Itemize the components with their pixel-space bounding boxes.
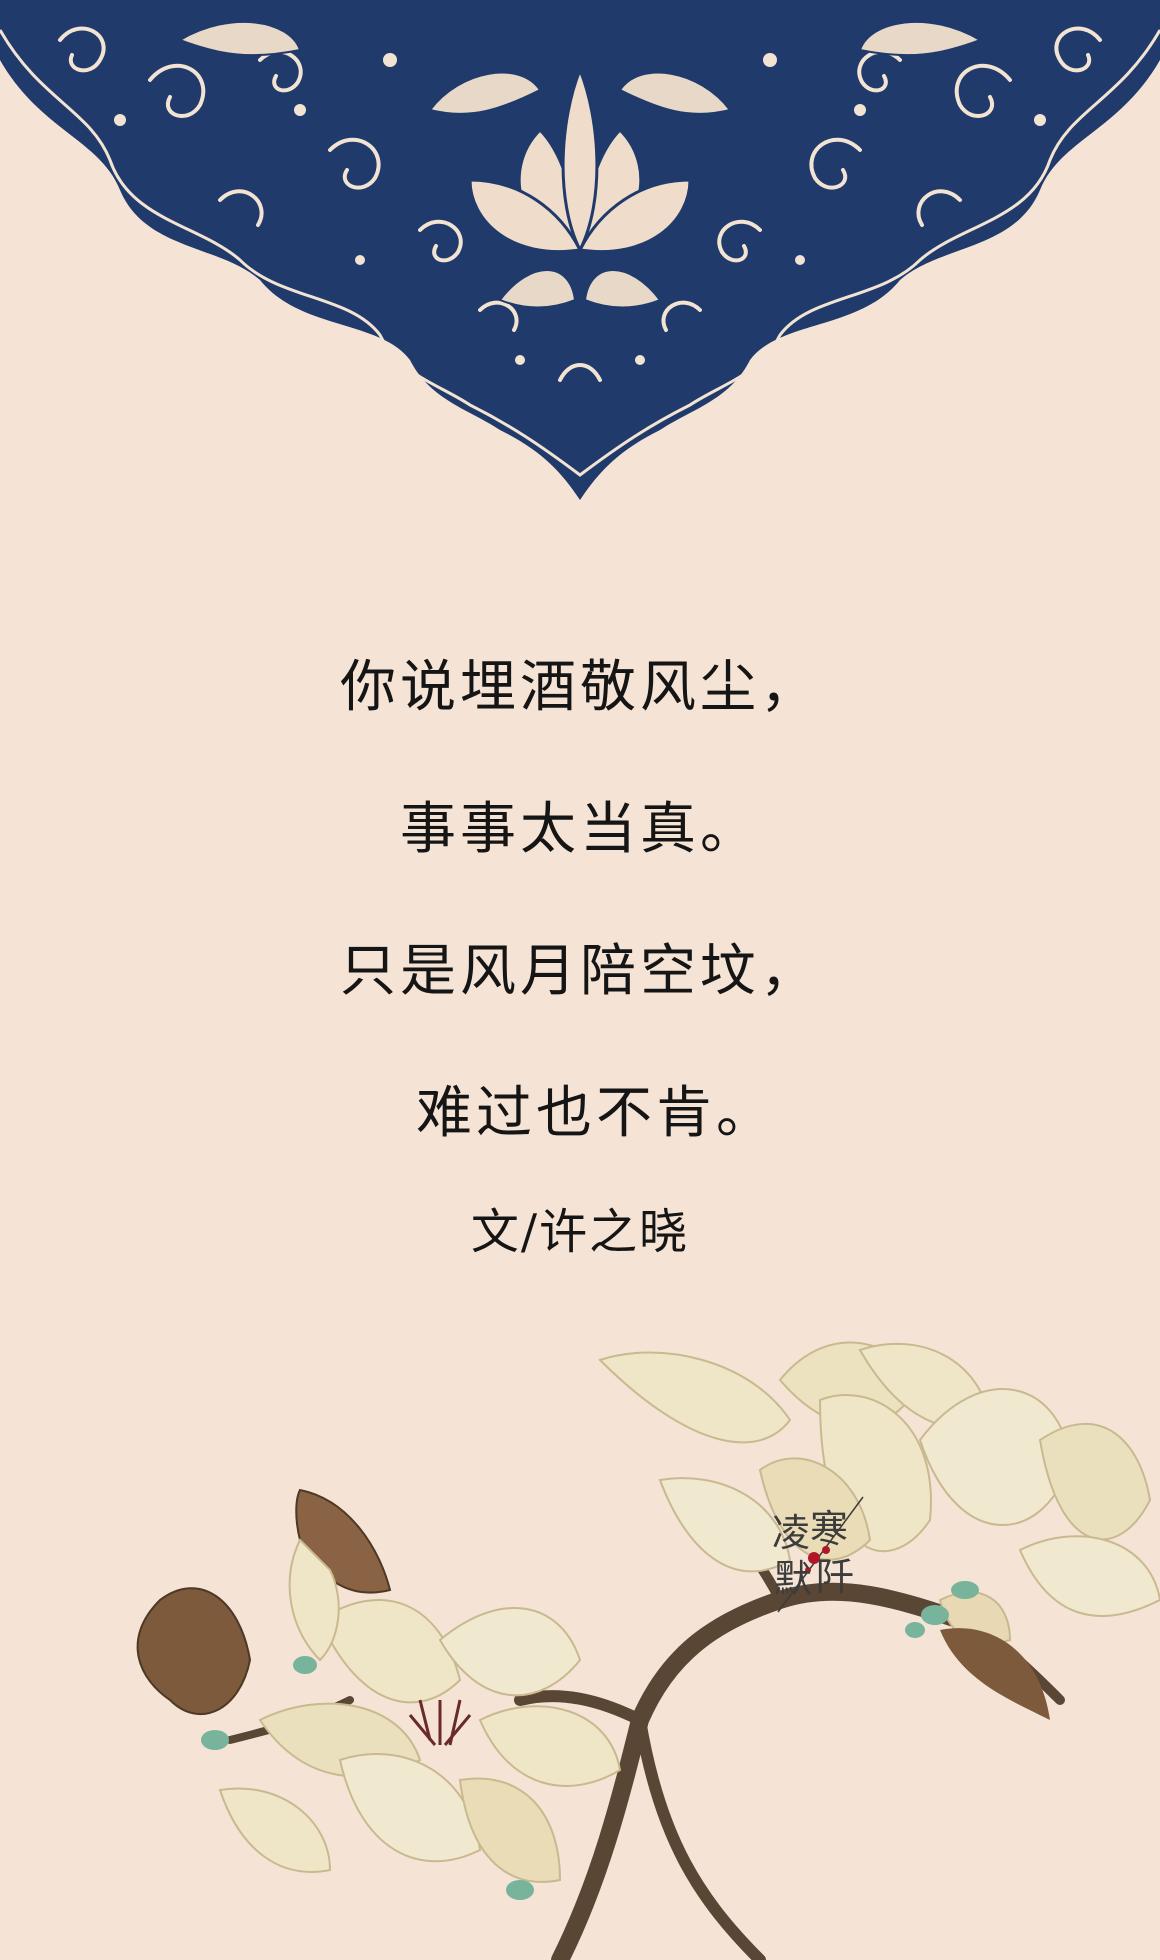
stamen-cluster [408, 1699, 472, 1746]
poem-line-2: 事事太当真。 [400, 797, 760, 862]
poem-line-1: 你说埋酒敬风尘， [340, 655, 820, 720]
seal-char-1: 凌 [772, 1511, 811, 1555]
magnolia-bud-right [940, 1628, 1050, 1720]
seal-char-4: 阡 [816, 1555, 855, 1599]
magnolia-flower-lower [218, 1599, 622, 1883]
blue-ornament [0, 0, 1160, 500]
magnolia-bud-left [136, 1587, 252, 1716]
author-credit: 文/许之晓 [470, 1204, 690, 1260]
poem-block: 你说埋酒敬风尘， 事事太当真。 只是风月陪空坟， 难过也不肯。 文/许之晓 [0, 655, 1160, 1260]
seal-char-2: 寒 [810, 1507, 849, 1551]
poem-line-4: 难过也不肯。 [416, 1081, 776, 1146]
artist-seal: 凌 寒 默 阡 [768, 1492, 868, 1622]
seal-char-3: 默 [774, 1557, 813, 1601]
poem-line-3: 只是风月陪空坟， [340, 939, 820, 1004]
